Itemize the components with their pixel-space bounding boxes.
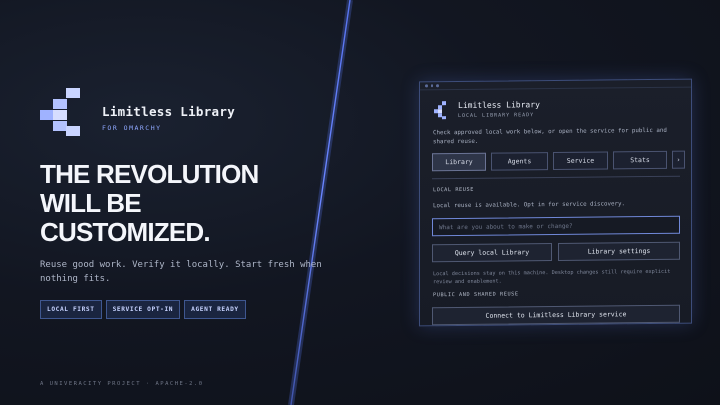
tab-agents[interactable]: Agents xyxy=(491,152,548,171)
window-titlebar xyxy=(420,79,691,91)
tab-library[interactable]: Library xyxy=(432,152,486,172)
brand: Limitless Library FOR OMARCHY xyxy=(40,88,235,136)
badge-agent-ready: AGENT READY xyxy=(184,300,246,319)
panel-status: LOCAL LIBRARY READY xyxy=(458,112,535,120)
local-decisions-note: Local decisions stay on this machine. De… xyxy=(433,268,671,286)
query-local-library-button[interactable]: Query local Library xyxy=(432,243,552,263)
hero-tagline: Reuse good work. Verify it locally. Star… xyxy=(40,260,322,284)
footer-credit: A UNIVERACITY PROJECT · APACHE-2.0 xyxy=(40,381,204,387)
headline-line-1: THE REVOLUTION xyxy=(40,159,259,189)
local-reuse-label: LOCAL REUSE xyxy=(433,186,474,194)
brand-subtitle: FOR OMARCHY xyxy=(102,124,162,132)
window-dot-icon[interactable] xyxy=(425,84,428,88)
panel-tabs: Library Agents Service Stats › xyxy=(432,150,685,172)
public-reuse-label: PUBLIC AND SHARED REUSE xyxy=(433,291,519,299)
panel-title: Limitless Library xyxy=(458,100,540,111)
connect-service-button[interactable]: Connect to Limitless Library service xyxy=(432,304,680,326)
panel-header: Limitless Library LOCAL LIBRARY READY xyxy=(434,100,540,120)
limitless-library-logo-icon xyxy=(434,101,448,120)
headline-line-2: WILL BE xyxy=(40,188,142,218)
limitless-library-logo-icon xyxy=(40,88,90,136)
tab-stats[interactable]: Stats xyxy=(613,150,667,170)
tabs-more-chevron-icon[interactable]: › xyxy=(672,150,685,169)
tab-service[interactable]: Service xyxy=(553,151,608,171)
headline-line-3: CUSTOMIZED. xyxy=(40,217,211,247)
panel-description: Check approved local work below, or open… xyxy=(433,127,667,146)
window-dot-icon[interactable] xyxy=(436,84,439,88)
library-settings-button[interactable]: Library settings xyxy=(558,241,680,261)
local-reuse-status: Local reuse is available. Opt in for ser… xyxy=(433,201,625,210)
badge-local-first: LOCAL FIRST xyxy=(40,300,102,319)
feature-badges: LOCAL FIRST SERVICE OPT-IN AGENT READY xyxy=(40,300,246,319)
badge-service-opt-in: SERVICE OPT-IN xyxy=(105,300,181,319)
hero-headline: THE REVOLUTION WILL BE CUSTOMIZED. xyxy=(40,160,340,247)
brand-title: Limitless Library xyxy=(102,104,236,119)
app-window: Limitless Library LOCAL LIBRARY READY Ch… xyxy=(419,78,692,327)
window-dot-icon[interactable] xyxy=(430,84,433,88)
tab-divider xyxy=(432,175,680,180)
search-input[interactable] xyxy=(432,215,680,237)
